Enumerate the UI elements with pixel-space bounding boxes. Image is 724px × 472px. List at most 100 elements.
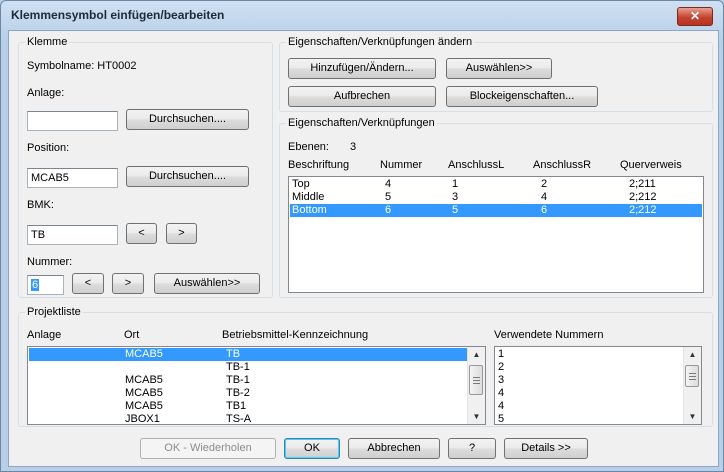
projekt-group: Projektliste Anlage Ort Betriebsmittel-K… xyxy=(18,306,713,427)
bmk-next-button[interactable]: > xyxy=(166,223,197,244)
col-beschriftung: Beschriftung xyxy=(288,159,350,171)
cell-label: Top xyxy=(292,178,310,190)
browse-anlage-button[interactable]: Durchsuchen.... xyxy=(126,109,249,130)
cell-bmk: TB-1 xyxy=(226,374,250,386)
ok-button[interactable]: OK xyxy=(284,438,340,459)
title-bar[interactable]: Klemmensymbol einfügen/bearbeiten ✕ xyxy=(1,1,723,27)
cell-nummer: 6 xyxy=(385,204,392,216)
help-button[interactable]: ? xyxy=(448,438,496,459)
used-number-item[interactable]: 1 xyxy=(498,348,504,361)
used-number-item[interactable]: 4 xyxy=(498,400,504,413)
window-title: Klemmensymbol einfügen/bearbeiten xyxy=(11,8,225,22)
properties-row[interactable]: Top 4 1 2 2;211 xyxy=(290,178,702,191)
properties-list[interactable]: Top 4 1 2 2;211 Middle 5 3 4 2;212 Botto… xyxy=(288,176,704,293)
col-anschlussr: AnschlussR xyxy=(533,159,592,171)
numbers-list-scrollbar[interactable]: ▲ ▼ xyxy=(683,347,701,424)
ebenen-value: 3 xyxy=(350,141,357,153)
cell-bmk: TB xyxy=(226,348,241,360)
ebenen-label: Ebenen: xyxy=(288,141,329,153)
eig-aendern-group-label: Eigenschaften/Verknüpfungen ändern xyxy=(286,36,475,48)
grip-line xyxy=(689,373,696,374)
bmk-prev-button[interactable]: < xyxy=(126,223,157,244)
used-number-item[interactable]: 4 xyxy=(498,387,504,400)
properties-row[interactable]: Middle 5 3 4 2;212 xyxy=(290,191,702,204)
project-row[interactable]: MCAB5 TB-1 xyxy=(29,374,467,387)
col-nummer: Nummer xyxy=(380,159,423,171)
used-number-item[interactable]: 2 xyxy=(498,361,504,374)
cell-ort: MCAB5 xyxy=(125,348,163,360)
cell-bmk: TB-2 xyxy=(226,387,250,399)
cell-anschlussl: 1 xyxy=(452,178,459,190)
dialog-client-area: Klemme Symbolname: HT0002 Anlage: Durchs… xyxy=(8,30,719,467)
cell-anschlussl: 5 xyxy=(452,204,459,216)
project-row[interactable]: TB-1 xyxy=(29,361,467,374)
cell-querverweis: 2;212 xyxy=(629,204,657,216)
project-list-scrollbar[interactable]: ▲ ▼ xyxy=(467,347,485,424)
col-anschlussl: AnschlussL xyxy=(448,159,505,171)
position-label: Position: xyxy=(27,142,70,154)
scroll-down-icon[interactable]: ▼ xyxy=(684,409,701,424)
cell-label: Middle xyxy=(292,191,325,203)
project-list[interactable]: MCAB5 TB TB-1 MCAB5 TB-1 MCAB5 TB-2 MCAB… xyxy=(27,346,486,425)
cell-querverweis: 2;211 xyxy=(629,178,656,190)
col-ort: Ort xyxy=(124,329,140,341)
scroll-up-icon[interactable]: ▲ xyxy=(684,347,701,362)
add-change-button[interactable]: Hinzufügen/Ändern... xyxy=(288,58,436,79)
used-number-item[interactable]: 5 xyxy=(498,413,504,424)
details-button[interactable]: Details >> xyxy=(504,438,588,459)
grip-line xyxy=(473,377,480,378)
cell-nummer: 4 xyxy=(385,178,392,190)
scroll-down-icon[interactable]: ▼ xyxy=(468,409,485,424)
cell-bmk: TB1 xyxy=(226,400,247,412)
grip-line xyxy=(689,376,696,377)
nummer-prev-button[interactable]: < xyxy=(72,273,104,294)
nummer-next-button[interactable]: > xyxy=(112,273,144,294)
properties-select-button[interactable]: Auswählen>> xyxy=(446,58,552,79)
bmk-field[interactable]: TB xyxy=(27,225,118,245)
eig-group: Eigenschaften/Verknüpfungen Ebenen: 3 Be… xyxy=(279,117,713,298)
scroll-thumb[interactable] xyxy=(685,365,699,387)
bmk-label: BMK: xyxy=(27,199,54,211)
project-row[interactable]: MCAB5 TB-2 xyxy=(29,387,467,400)
ok-repeat-button[interactable]: OK - Wiederholen xyxy=(140,438,276,459)
cell-anschlussl: 3 xyxy=(452,191,459,203)
project-row[interactable]: MCAB5 TB1 xyxy=(29,400,467,413)
grip-line xyxy=(473,383,480,384)
col-anlage: Anlage xyxy=(27,329,62,341)
scroll-up-icon[interactable]: ▲ xyxy=(468,347,485,362)
projekt-group-label: Projektliste xyxy=(25,306,83,318)
properties-row-selected[interactable]: Bottom 6 5 6 2;212 xyxy=(290,204,702,217)
nummer-label: Nummer: xyxy=(27,256,73,268)
cancel-button[interactable]: Abbrechen xyxy=(348,438,440,459)
eig-aendern-group: Eigenschaften/Verknüpfungen ändern Hinzu… xyxy=(279,36,713,112)
cell-ort: MCAB5 xyxy=(125,387,163,399)
col-querverweis: Querverweis xyxy=(620,159,682,171)
project-row-selected[interactable]: MCAB5 TB xyxy=(29,348,467,361)
nummer-select-button[interactable]: Auswählen>> xyxy=(154,273,260,294)
symbolname-label: Symbolname: HT0002 xyxy=(27,60,137,72)
cell-ort: JBOX1 xyxy=(125,413,160,425)
klemme-group-label: Klemme xyxy=(25,36,70,48)
cell-ort: MCAB5 xyxy=(125,400,163,412)
used-numbers-list[interactable]: 1 2 3 4 4 5 ▲ ▼ xyxy=(494,346,702,425)
scroll-thumb[interactable] xyxy=(469,365,483,395)
cell-label: Bottom xyxy=(292,204,327,216)
cell-anschlussr: 2 xyxy=(541,178,548,190)
used-number-item[interactable]: 3 xyxy=(498,374,504,387)
anlage-field[interactable] xyxy=(27,111,118,131)
block-properties-button[interactable]: Blockeigenschaften... xyxy=(446,86,598,107)
klemme-group: Klemme Symbolname: HT0002 Anlage: Durchs… xyxy=(18,36,273,298)
cell-bmk: TB-1 xyxy=(226,361,250,373)
cell-bmk: TS-A xyxy=(226,413,252,425)
cell-nummer: 5 xyxy=(385,191,392,203)
position-field[interactable]: MCAB5 xyxy=(27,168,118,188)
break-button[interactable]: Aufbrechen xyxy=(288,86,436,107)
grip-line xyxy=(473,380,480,381)
browse-position-button[interactable]: Durchsuchen.... xyxy=(126,166,249,187)
col-bmk: Betriebsmittel-Kennzeichnung xyxy=(222,329,369,341)
cell-anschlussr: 6 xyxy=(541,204,548,216)
close-button[interactable]: ✕ xyxy=(677,7,713,26)
project-row[interactable]: JBOX1 TS-A xyxy=(29,413,467,425)
nummer-field[interactable]: 6 xyxy=(27,275,64,295)
cell-ort: MCAB5 xyxy=(125,374,163,386)
